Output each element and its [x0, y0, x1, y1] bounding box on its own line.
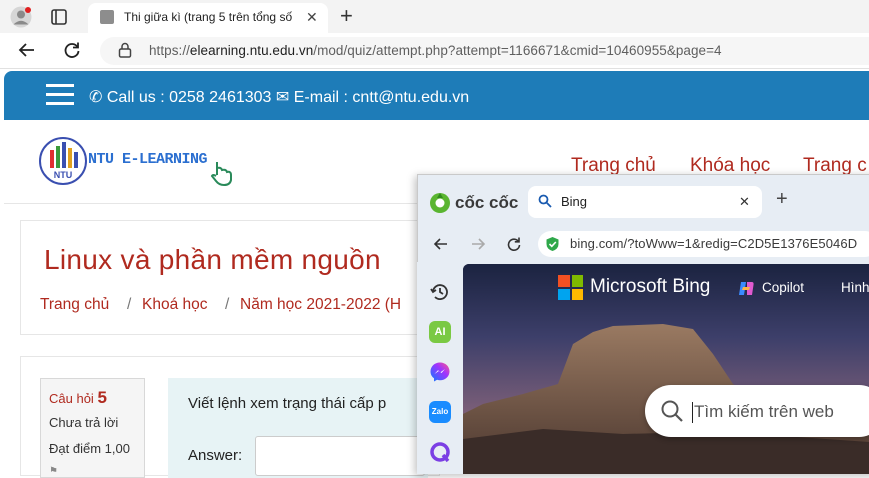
tab-close-icon[interactable]: ✕	[306, 9, 318, 26]
tab-title: Thi giữa kì (trang 5 trên tổng số	[124, 10, 293, 24]
coccoc-logo-icon	[429, 192, 451, 219]
question-number: Câu hỏi 5	[49, 388, 107, 407]
microsoft-logo-icon	[558, 275, 583, 300]
mail-icon: ✉	[275, 89, 290, 106]
ai-assistant-icon[interactable]: AI	[429, 321, 451, 343]
profile-avatar-icon[interactable]	[10, 6, 32, 28]
hamburger-menu-icon[interactable]	[46, 84, 74, 106]
answer-label: Answer:	[188, 447, 243, 464]
zalo-icon[interactable]: Zalo	[429, 401, 451, 423]
page-title: Linux và phần mềm nguồn	[44, 244, 381, 275]
question-points: Đạt điểm 1,00	[49, 441, 130, 456]
coccoc-forward-icon[interactable]	[470, 236, 486, 257]
breadcrumb-courses[interactable]: Khoá học	[142, 296, 208, 314]
new-tab-icon[interactable]: +	[340, 3, 353, 29]
breadcrumb-separator: /	[225, 296, 230, 313]
breadcrumb-separator: /	[127, 296, 132, 313]
svg-text:NTU: NTU	[54, 170, 73, 180]
brand-name[interactable]: NTU E-LEARNING	[88, 151, 208, 168]
search-icon	[538, 194, 552, 213]
contact-phone: Call us : 0258 2461303	[106, 89, 272, 106]
copilot-icon[interactable]	[738, 280, 755, 302]
images-link[interactable]: Hình	[841, 280, 869, 295]
bing-logo-text[interactable]: Microsoft Bing	[590, 276, 710, 298]
coccoc-tab-close-icon[interactable]: ✕	[739, 194, 750, 210]
coccoc-new-tab-icon[interactable]: +	[776, 188, 788, 211]
question-text: Viết lệnh xem trạng thái cấp p	[188, 395, 387, 412]
tab-favicon-icon	[100, 10, 114, 24]
bing-search-input[interactable]: Tìm kiếm trên web	[694, 402, 834, 422]
search-magnifier-icon	[660, 399, 684, 428]
phone-icon: ✆	[89, 89, 103, 106]
pointer-hand-icon	[208, 158, 238, 193]
q-app-icon[interactable]	[429, 441, 451, 468]
flag-question-icon[interactable]: ⚑	[49, 466, 109, 472]
breadcrumb-year[interactable]: Năm học 2021-2022 (H	[240, 296, 401, 314]
answer-input[interactable]	[255, 436, 425, 476]
course-header-card	[20, 220, 440, 335]
coccoc-tab-title: Bing	[561, 194, 588, 209]
history-icon[interactable]	[429, 281, 451, 308]
contact-info: ✆ Call us : 0258 2461303 ✉ E-mail : cntt…	[89, 87, 469, 107]
coccoc-refresh-icon[interactable]	[506, 236, 522, 257]
refresh-icon[interactable]	[62, 40, 82, 65]
coccoc-brand: cốc cốc	[455, 193, 519, 212]
tab-actions-icon[interactable]	[50, 8, 68, 26]
coccoc-back-icon[interactable]	[433, 236, 449, 257]
question-status: Chưa trả lời	[49, 415, 119, 430]
contact-email: E-mail : cntt@ntu.edu.vn	[293, 89, 470, 106]
messenger-icon[interactable]	[429, 361, 451, 388]
breadcrumb-home[interactable]: Trang chủ	[40, 296, 109, 314]
text-cursor	[692, 402, 693, 423]
secure-shield-icon[interactable]	[545, 236, 560, 257]
url-text[interactable]: https://elearning.ntu.edu.vn/mod/quiz/at…	[149, 43, 722, 58]
copilot-link[interactable]: Copilot	[762, 280, 804, 295]
ntu-logo[interactable]: NTU	[38, 136, 88, 186]
back-icon[interactable]	[17, 40, 37, 65]
lock-icon[interactable]	[118, 42, 132, 63]
coccoc-url-text[interactable]: bing.com/?toWww=1&redig=C2D5E1376E5046D	[570, 236, 857, 251]
